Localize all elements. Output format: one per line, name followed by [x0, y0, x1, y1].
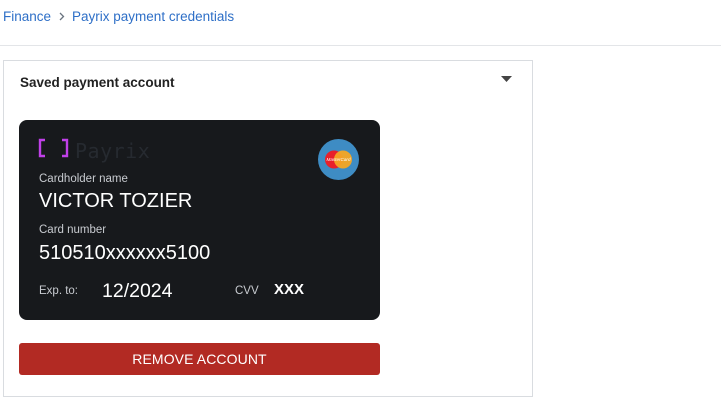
- card-number-label: Card number: [39, 224, 107, 236]
- cardholder-label: Cardholder name: [39, 173, 128, 185]
- breadcrumb-current[interactable]: Payrix payment credentials: [72, 9, 234, 24]
- breadcrumb-link-finance[interactable]: Finance: [3, 9, 51, 24]
- mastercard-logo-text: MasterCard: [327, 157, 351, 162]
- breadcrumb: Finance Payrix payment credentials: [3, 8, 234, 24]
- caret-down-icon[interactable]: [498, 73, 514, 85]
- cvv-label: CVV: [235, 285, 259, 297]
- remove-account-button[interactable]: REMOVE ACCOUNT: [19, 343, 380, 375]
- payrix-brand: Payrix: [38, 138, 150, 163]
- brand-name: Payrix: [75, 138, 151, 163]
- expiry-date: 12/2024: [102, 280, 173, 302]
- chevron-right-icon: [59, 12, 65, 21]
- card-number: 510510xxxxxx5100: [39, 242, 211, 264]
- expiry-label: Exp. to:: [39, 285, 78, 297]
- panel-title: Saved payment account: [20, 75, 175, 90]
- cardholder-name: VICTOR TOZIER: [39, 190, 193, 212]
- payrix-bracket-logo-icon: [38, 138, 69, 163]
- mastercard-logo-icon: MasterCard: [318, 139, 359, 180]
- payment-card: Payrix MasterCard Cardholder name VICTOR…: [19, 120, 380, 320]
- header-divider: [0, 45, 721, 46]
- cvv-value: XXX: [274, 281, 305, 298]
- saved-payment-account-panel: Saved payment account Payrix MasterCard …: [3, 60, 533, 397]
